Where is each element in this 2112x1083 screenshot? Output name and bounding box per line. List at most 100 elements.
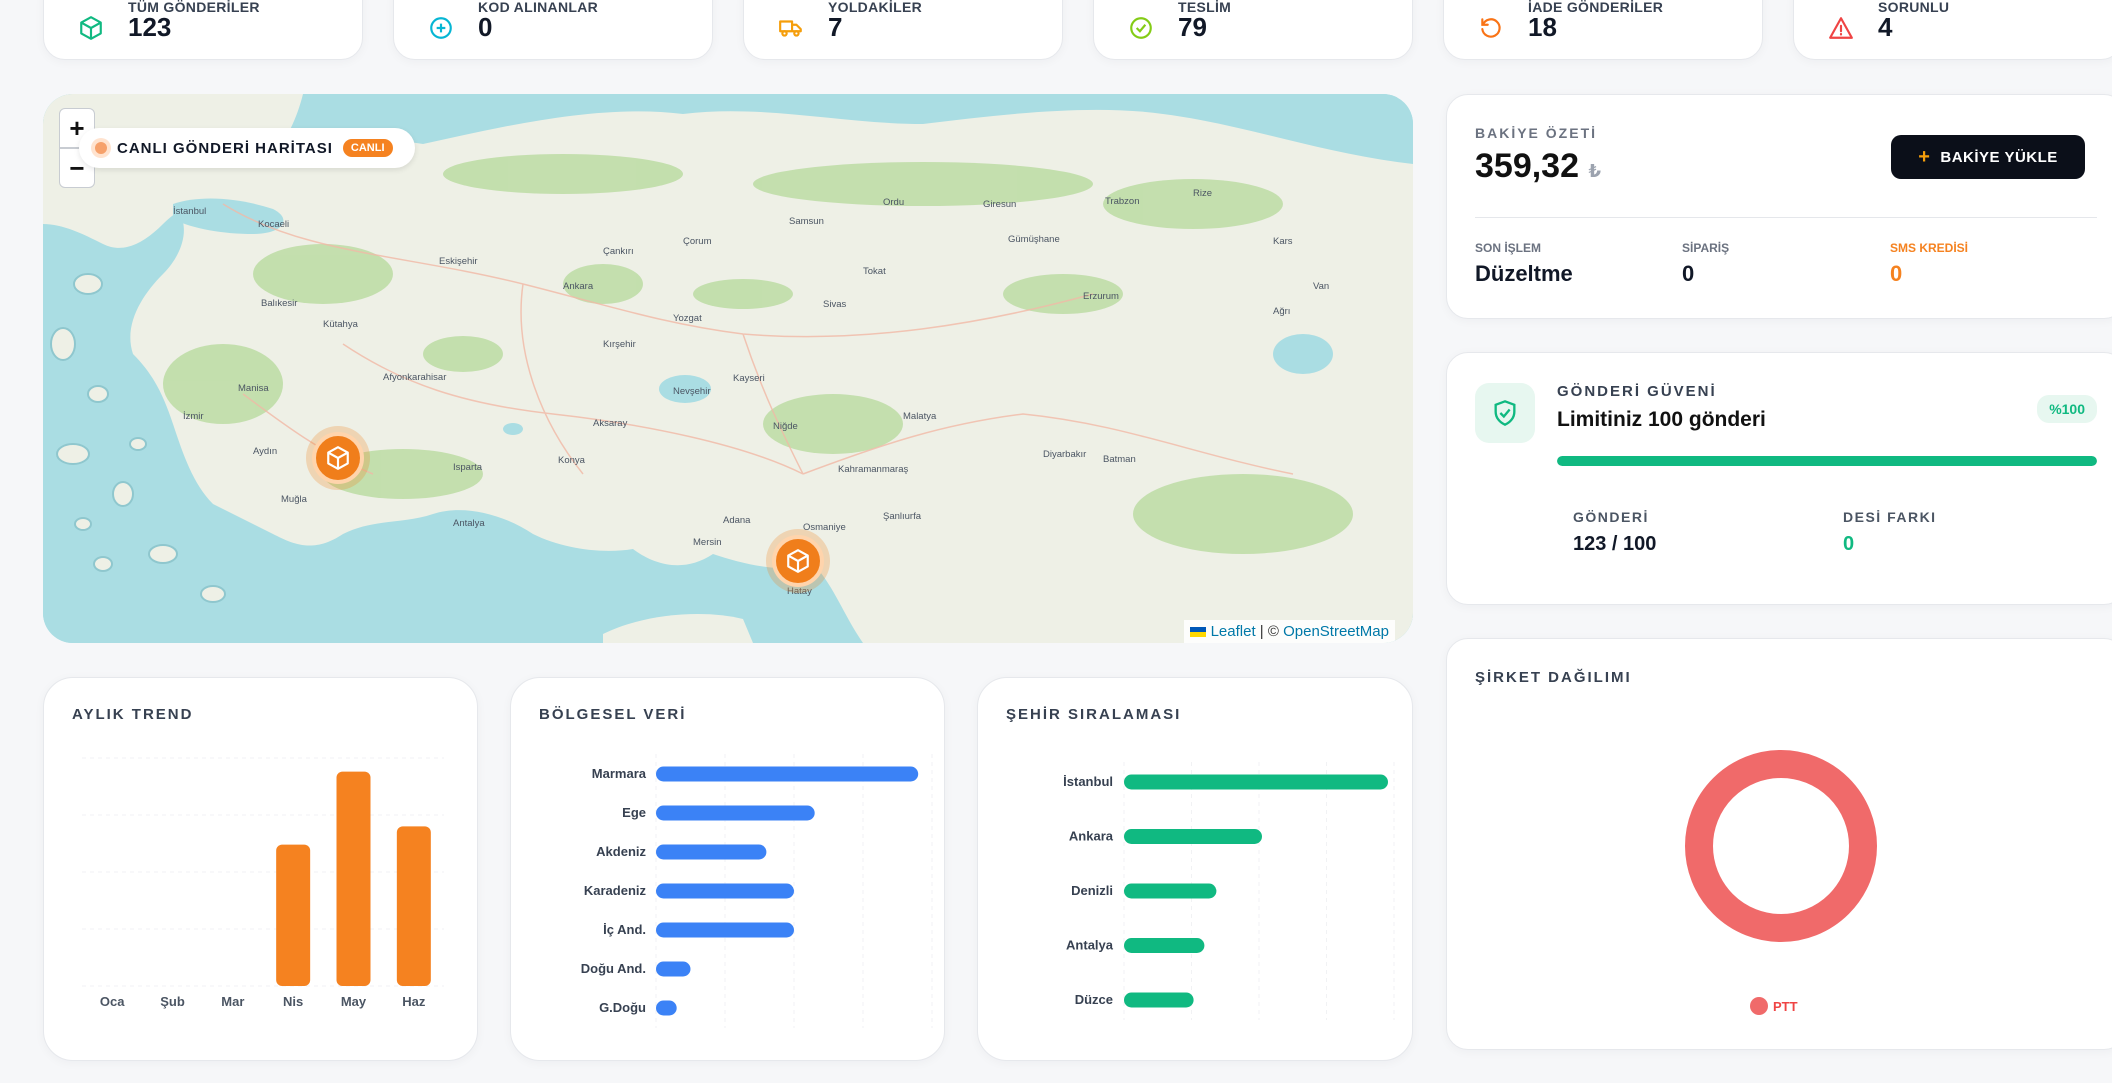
city-label: Mersin	[693, 537, 722, 548]
city-label: Adana	[723, 515, 751, 526]
stat-label: KOD ALINANLAR	[478, 0, 599, 15]
city-label: Giresun	[983, 199, 1016, 210]
y-tick-label: Antalya	[1066, 938, 1114, 953]
bar	[656, 844, 767, 860]
cube-icon	[787, 549, 809, 573]
refresh-icon	[1481, 18, 1501, 38]
y-tick-label: Denizli	[1071, 883, 1113, 898]
trust-percent-badge: %100	[2037, 395, 2097, 423]
shipment-count-label: GÖNDERİ	[1573, 509, 1649, 525]
x-tick-label: Haz	[402, 994, 426, 1009]
shipment-map[interactable]: İstanbul Kocaeli Balıkesir Eskişehir Ankara Ç…	[43, 94, 1413, 643]
city-label: Çankırı	[603, 246, 634, 257]
top-up-balance-button[interactable]: + BAKİYE YÜKLE	[1891, 135, 2085, 179]
top-up-button-label: BAKİYE YÜKLE	[1940, 148, 2058, 166]
city-label: Afyonkarahisar	[383, 372, 446, 383]
plus-circle-icon	[430, 17, 452, 39]
attribution-separator: | ©	[1255, 623, 1284, 640]
stat-card-5[interactable]: SORUNLU 4	[1793, 0, 2112, 60]
desi-diff-value: 0	[1843, 533, 1855, 555]
city-label: Yozgat	[673, 313, 702, 324]
bar	[1124, 774, 1388, 790]
bar	[656, 961, 691, 977]
city-label: Osmaniye	[803, 522, 846, 533]
bar	[656, 883, 794, 899]
stat-card-2[interactable]: YOLDAKİLER 7	[743, 0, 1063, 60]
stat-card-0[interactable]: TÜM GÖNDERİLER 123	[43, 0, 363, 60]
monthly-trend-chart: Oca Şub Mar Nis May Haz	[82, 757, 444, 1009]
city-label: Diyarbakır	[1043, 449, 1086, 460]
trust-title: GÖNDERİ GÜVENİ	[1557, 383, 1717, 400]
city-label: Niğde	[773, 421, 798, 432]
stat-value: 18	[1528, 12, 1557, 42]
city-label: Gümüşhane	[1008, 234, 1060, 245]
city-label: Van	[1313, 281, 1329, 292]
y-tick-label: Düzce	[1075, 992, 1113, 1007]
bar	[656, 805, 815, 821]
map-title-pill: CANLI GÖNDERİ HARİTASI CANLI	[79, 128, 415, 168]
city-label: Kırşehir	[603, 339, 636, 350]
y-tick-label: Doğu And.	[581, 961, 646, 976]
bar	[656, 922, 794, 938]
y-tick-label: Ege	[622, 805, 646, 820]
city-label: Kayseri	[733, 373, 765, 384]
y-tick-label: İç And.	[603, 922, 646, 937]
city-label: Malatya	[903, 411, 937, 422]
y-tick-label: Karadeniz	[584, 883, 647, 898]
x-tick-label: Şub	[160, 994, 185, 1009]
stat-card-3[interactable]: TESLİM 79	[1093, 0, 1413, 60]
legend-dot	[1750, 997, 1768, 1015]
city-ranking-chart: İstanbul Ankara Denizli Antalya Düzce	[1063, 762, 1395, 1020]
city-label: Antalya	[453, 518, 485, 529]
bar	[1124, 938, 1205, 953]
city-label: Samsun	[789, 216, 824, 227]
city-label: Kocaeli	[258, 219, 289, 230]
city-label: Aydın	[253, 446, 277, 457]
sms-credit-label: SMS KREDİSİ	[1890, 241, 1969, 255]
bar	[276, 844, 311, 986]
city-label: Çorum	[683, 236, 712, 247]
balance-amount: 359,32 ₺	[1475, 147, 1601, 186]
bar	[656, 1000, 677, 1016]
stat-value: 79	[1178, 12, 1207, 42]
city-label: Balıkesir	[261, 298, 297, 309]
donut-slice	[1685, 750, 1877, 942]
sms-credit-value: 0	[1890, 261, 1903, 286]
currency-symbol: ₺	[1588, 161, 1601, 181]
city-label: Konya	[558, 455, 586, 466]
x-tick-label: Oca	[100, 994, 125, 1009]
order-label: SİPARİŞ	[1682, 241, 1730, 255]
balance-amount-value: 359,32	[1475, 147, 1579, 185]
company-distribution-chart: PTT	[1685, 750, 1877, 1015]
warning-icon	[1829, 17, 1853, 39]
balance-card: BAKİYE ÖZETİ 359,32 ₺ + BAKİYE YÜKLE SON…	[1446, 94, 2112, 319]
shipment-marker-aydin[interactable]	[312, 432, 364, 484]
leaflet-link[interactable]: Leaflet	[1211, 623, 1256, 640]
city-label: Erzurum	[1083, 291, 1119, 302]
osm-link[interactable]: OpenStreetMap	[1283, 623, 1389, 640]
shipment-count-value: 123 / 100	[1573, 533, 1657, 555]
truck-icon	[779, 20, 802, 37]
plus-icon: +	[1918, 145, 1931, 168]
stat-card-4[interactable]: İADE GÖNDERİLER 18	[1443, 0, 1763, 60]
cube-icon	[327, 446, 349, 470]
bar	[336, 771, 371, 986]
monthly-trend-card: AYLIK TREND Oca Şub Mar Nis May Haz	[43, 677, 478, 1061]
last-transaction-value: Düzeltme	[1475, 261, 1573, 286]
bar	[396, 826, 431, 986]
last-transaction-label: SON İŞLEM	[1475, 241, 1542, 255]
city-label: Trabzon	[1105, 196, 1140, 207]
stat-value: 0	[478, 12, 493, 42]
city-label: Manisa	[238, 383, 269, 394]
stat-value: 123	[128, 12, 172, 42]
city-label: Isparta	[453, 462, 483, 473]
city-label: Nevşehir	[673, 386, 711, 397]
trust-subtitle: Limitiniz 100 gönderi	[1557, 408, 1766, 431]
city-label: Tokat	[863, 266, 886, 277]
shipment-marker-hatay[interactable]	[772, 535, 824, 587]
live-dot-icon	[95, 142, 107, 154]
balance-label: BAKİYE ÖZETİ	[1475, 125, 1598, 141]
city-label: Batman	[1103, 454, 1136, 465]
city-label: Kahramanmaraş	[838, 464, 908, 475]
stat-card-1[interactable]: KOD ALINANLAR 0	[393, 0, 713, 60]
